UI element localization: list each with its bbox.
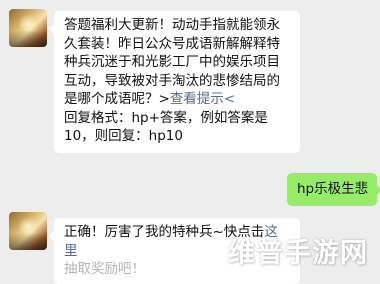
link-suffix: < — [223, 91, 236, 107]
faded-message-text: 抽取奖励吧！ — [64, 261, 145, 277]
outgoing-message-text: hp乐极生悲 — [297, 181, 369, 197]
outgoing-message-bubble[interactable]: hp乐极生悲 — [287, 173, 380, 206]
official-account-avatar[interactable] — [9, 9, 47, 47]
site-watermark: 维普手游网 — [228, 238, 368, 269]
reply-format-text: 回复格式：hp+答案，例如答案是10，则回复：hp10 — [64, 109, 268, 145]
avatar-shade — [9, 29, 47, 47]
view-hint-link[interactable]: 查看提示 — [170, 91, 224, 107]
incoming-message-bubble[interactable]: 答题福利大更新！动动手指就能领永久套装！昨日公众号成语新解解释特种兵沉迷于和光影… — [49, 11, 300, 153]
avatar-shade — [9, 232, 47, 250]
official-account-avatar-2[interactable] — [9, 212, 47, 250]
